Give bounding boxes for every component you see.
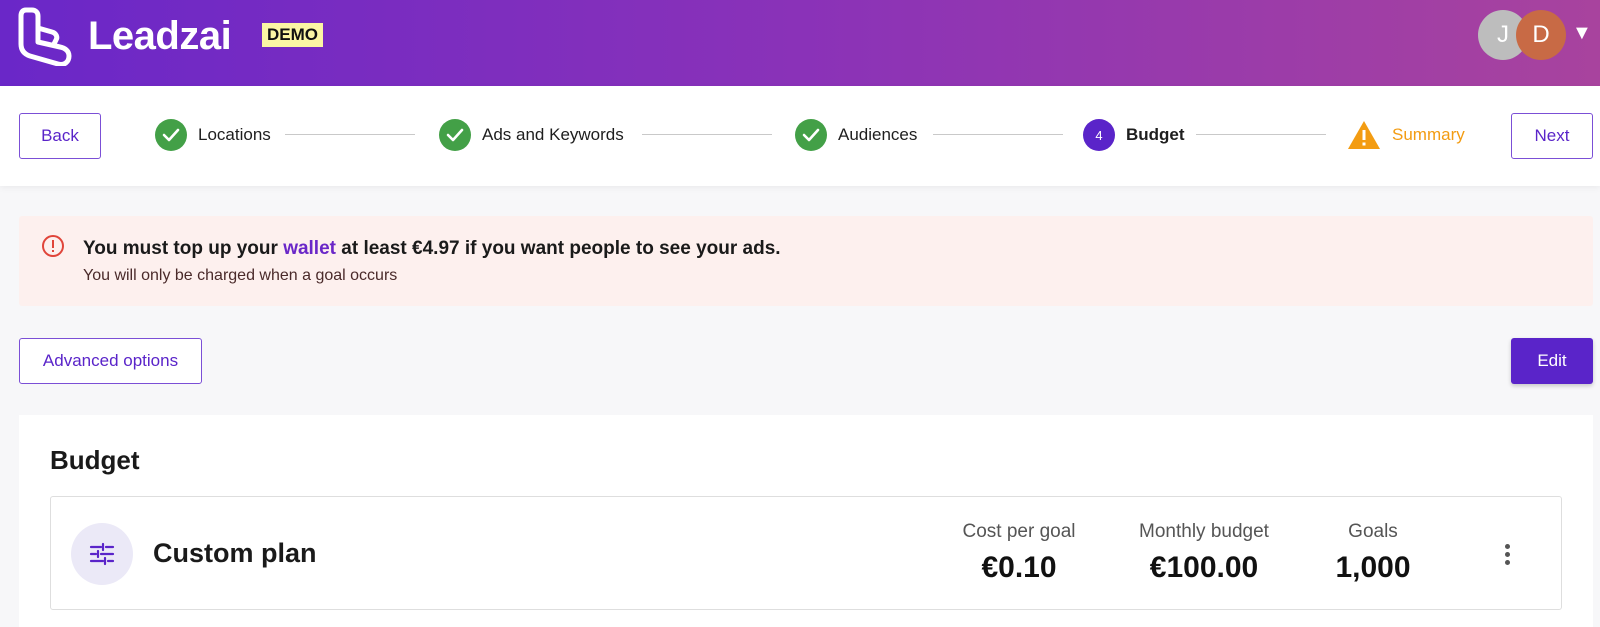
next-button[interactable]: Next [1511,113,1593,159]
stat-monthly-budget: Monthly budget €100.00 [1124,521,1284,585]
brand-name: Leadzai [88,14,232,58]
stat-label: Cost per goal [962,521,1076,542]
step-connector [1196,134,1326,135]
caret-down-icon[interactable]: ▼ [1572,22,1592,45]
demo-badge: DEMO [262,23,323,47]
step-budget[interactable]: 4 Budget [1083,119,1185,151]
check-icon [795,119,827,151]
step-navigation: Back Locations Ads and Keywords Audience… [0,86,1600,186]
stat-goals: Goals 1,000 [1311,521,1435,585]
sliders-icon [71,523,133,585]
plan-row: Custom plan Cost per goal €0.10 Monthly … [50,496,1562,610]
alert-text: You must top up your [83,238,284,259]
back-button[interactable]: Back [19,113,101,159]
stat-value: €100.00 [1149,551,1259,584]
step-label: Ads and Keywords [482,125,624,144]
step-label: Audiences [838,125,918,144]
wallet-link[interactable]: wallet [283,238,336,259]
advanced-options-button[interactable]: Advanced options [19,338,202,384]
avatar[interactable]: D [1516,10,1566,60]
alert-message: You must top up your wallet at least €4.… [83,238,781,260]
plan-name: Custom plan [153,538,317,568]
step-connector [642,134,772,135]
warning-icon [1348,121,1380,149]
edit-button[interactable]: Edit [1511,338,1593,384]
top-bar: Leadzai DEMO J D ▼ [0,0,1600,86]
step-label: Summary [1392,125,1465,144]
check-icon [439,119,471,151]
step-summary[interactable]: Summary [1347,119,1465,151]
wallet-alert: You must top up your wallet at least €4.… [19,216,1593,306]
alert-subtext: You will only be charged when a goal occ… [83,267,398,284]
step-locations[interactable]: Locations [155,119,271,151]
stat-label: Monthly budget [1139,521,1269,542]
step-connector [285,134,415,135]
stat-value: €0.10 [981,551,1057,584]
budget-title: Budget [50,445,140,475]
stat-value: 1,000 [1335,551,1411,584]
step-label: Locations [198,125,271,144]
stat-label: Goals [1348,521,1398,542]
step-ads-and-keywords[interactable]: Ads and Keywords [439,119,624,151]
step-audiences[interactable]: Audiences [795,119,917,151]
step-number: 4 [1083,119,1115,151]
step-label: Budget [1126,125,1185,144]
error-circle-icon [42,235,64,257]
more-options-icon[interactable] [1495,537,1519,571]
leadzai-logo-icon[interactable] [18,6,72,66]
step-connector [933,134,1063,135]
stat-cost-per-goal: Cost per goal €0.10 [951,521,1087,585]
alert-text: at least €4.97 if you want people to see… [336,238,781,259]
check-icon [155,119,187,151]
budget-card: Budget Custom plan Cost per goal €0.10 M… [19,415,1593,627]
